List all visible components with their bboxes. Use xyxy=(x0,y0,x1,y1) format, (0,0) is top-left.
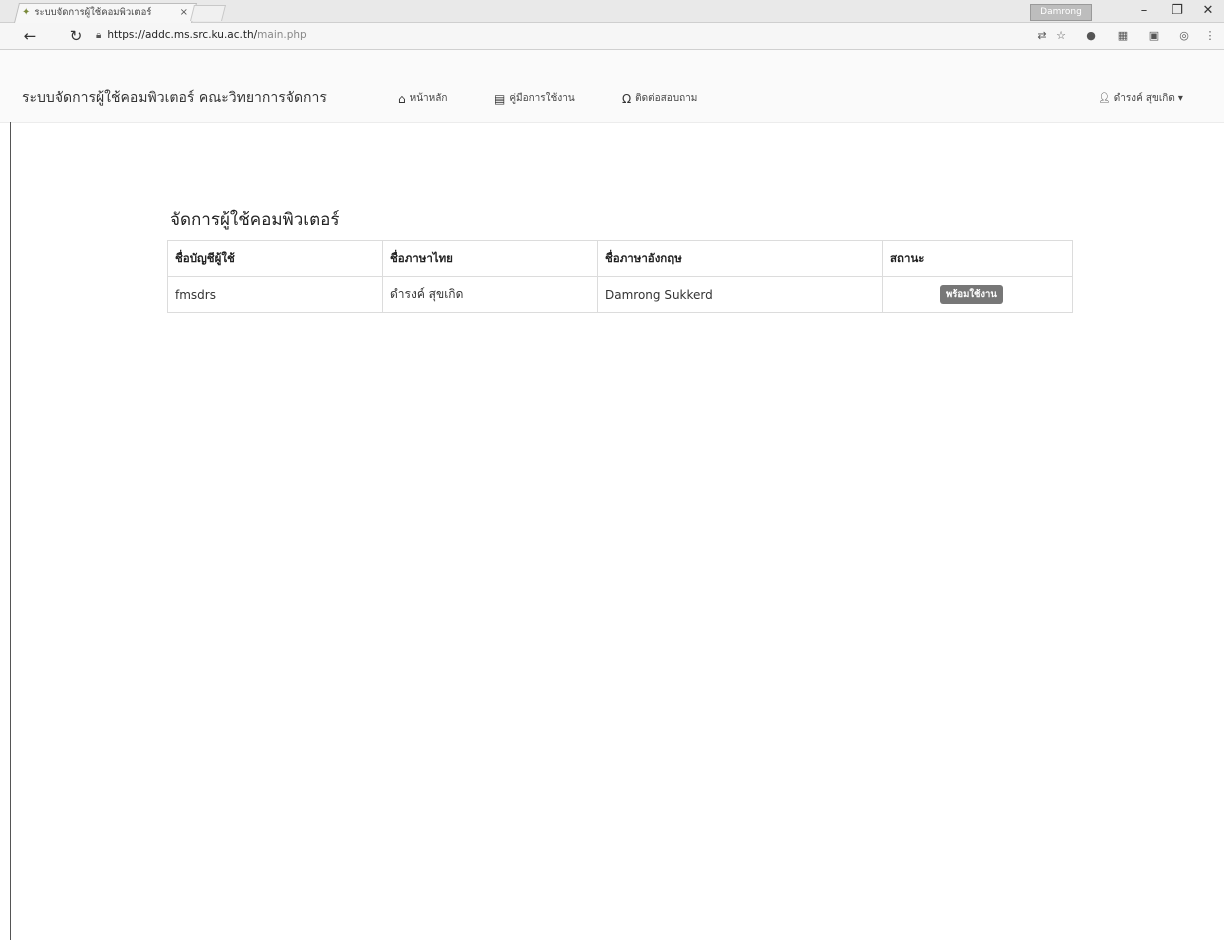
users-table: ชื่อบัญชีผู้ใช้ ชื่อภาษาไทย ชื่อภาษาอังก… xyxy=(167,240,1073,313)
caret-down-icon: ▾ xyxy=(1177,93,1183,104)
close-tab-icon[interactable]: × xyxy=(180,7,188,18)
url-path: main.php xyxy=(257,29,307,41)
nav-contact[interactable]: Ω ติดต่อสอบถาม xyxy=(622,91,697,106)
url-field[interactable]: 🔒︎ https://addc.ms.src.ku.ac.th/main.php xyxy=(96,26,1016,44)
reload-icon[interactable]: ↻ xyxy=(66,27,86,45)
nav-manual-label: คู่มือการใช้งาน xyxy=(509,93,575,104)
cell-english-name: Damrong Sukkerd xyxy=(597,276,883,313)
nav-manual[interactable]: ▤ คู่มือการใช้งาน xyxy=(494,91,575,106)
book-icon: ▤ xyxy=(494,91,506,106)
column-header-status: สถานะ xyxy=(882,240,1073,277)
url-host: https://addc.ms.src.ku.ac.th/ xyxy=(107,29,258,41)
status-badge: พร้อมใช้งาน xyxy=(940,285,1003,304)
browser-tab-content[interactable]: ✦ ระบบจัดการผู้ใช้คอมพิวเตอร์ × xyxy=(22,5,192,19)
back-arrow-icon[interactable]: ← xyxy=(20,27,40,45)
nav-home[interactable]: ⌂ หน้าหลัก xyxy=(398,91,447,106)
user-icon: 👤︎ xyxy=(1098,93,1111,104)
table-row: fmsdrs ดำรงค์ สุขเกิด Damrong Sukkerd พร… xyxy=(167,276,1073,313)
restore-icon[interactable]: ❐ xyxy=(1163,2,1191,20)
more-menu-icon[interactable]: ⋮ xyxy=(1202,28,1218,44)
site-favicon-icon: ✦ xyxy=(22,6,31,18)
site-navbar: ระบบจัดการผู้ใช้คอมพิวเตอร์ คณะวิทยาการจ… xyxy=(0,50,1224,123)
browser-tab-strip: ✦ ระบบจัดการผู้ใช้คอมพิวเตอร์ × Damrong … xyxy=(0,0,1224,23)
cell-username: fmsdrs xyxy=(167,276,383,313)
headphones-icon: Ω xyxy=(622,91,632,106)
nav-home-label: หน้าหลัก xyxy=(409,93,448,104)
user-menu[interactable]: 👤︎ ดำรงค์ สุขเกิด ▾ xyxy=(1098,91,1183,106)
extension-icon[interactable]: ◎ xyxy=(1176,28,1192,44)
column-header-thai-name: ชื่อภาษาไทย xyxy=(382,240,598,277)
minimize-icon[interactable]: – xyxy=(1130,2,1158,20)
column-header-username: ชื่อบัญชีผู้ใช้ xyxy=(167,240,383,277)
address-bar: ← ↻ 🔒︎ https://addc.ms.src.ku.ac.th/main… xyxy=(0,23,1224,50)
table-header-row: ชื่อบัญชีผู้ใช้ ชื่อภาษาไทย ชื่อภาษาอังก… xyxy=(167,240,1073,277)
cell-status: พร้อมใช้งาน xyxy=(882,276,1073,313)
bookmark-star-icon[interactable]: ☆ xyxy=(1053,28,1069,44)
column-header-english-name: ชื่อภาษาอังกฤษ xyxy=(597,240,883,277)
translate-icon[interactable]: ⇄ xyxy=(1034,28,1050,44)
nav-contact-label: ติดต่อสอบถาม xyxy=(635,93,698,104)
extension-icon[interactable]: ▦ xyxy=(1115,28,1131,44)
window-close-icon[interactable]: ✕ xyxy=(1194,2,1222,20)
new-tab-button[interactable] xyxy=(190,5,226,21)
lock-icon: 🔒︎ xyxy=(96,29,102,41)
extension-icon[interactable]: ● xyxy=(1083,28,1099,44)
user-name: ดำรงค์ สุขเกิด xyxy=(1113,93,1175,104)
site-brand[interactable]: ระบบจัดการผู้ใช้คอมพิวเตอร์ คณะวิทยาการจ… xyxy=(22,87,327,109)
tab-title: ระบบจัดการผู้ใช้คอมพิวเตอร์ xyxy=(34,6,152,18)
window-edge-divider xyxy=(10,122,11,940)
home-icon: ⌂ xyxy=(398,91,406,106)
page-title: จัดการผู้ใช้คอมพิวเตอร์ xyxy=(170,210,340,230)
profile-chip[interactable]: Damrong xyxy=(1030,4,1092,21)
extension-icon[interactable]: ▣ xyxy=(1146,28,1162,44)
cell-thai-name: ดำรงค์ สุขเกิด xyxy=(382,276,598,313)
